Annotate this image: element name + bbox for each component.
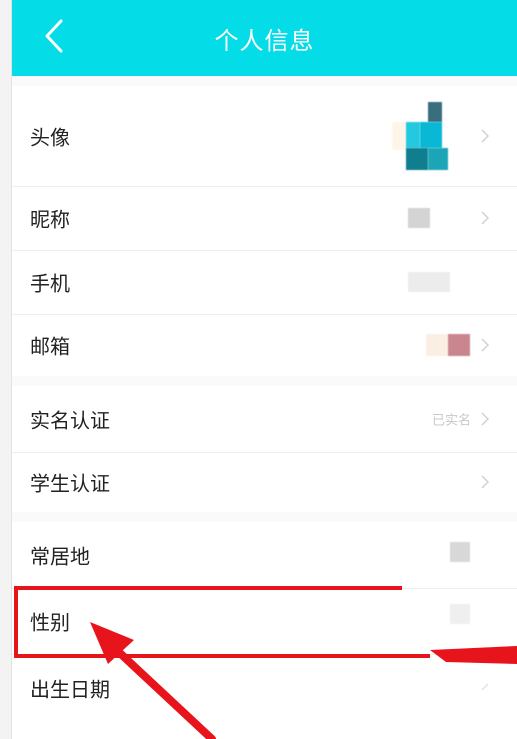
- residence-value: [450, 542, 470, 562]
- chevron-right-icon: [481, 129, 489, 143]
- row-student[interactable]: 学生认证: [12, 452, 517, 512]
- header-bar: 个人信息: [12, 0, 517, 76]
- gender-value: [450, 604, 470, 624]
- row-birthday[interactable]: 出生日期: [12, 654, 517, 722]
- row-avatar[interactable]: 头像: [12, 86, 517, 186]
- row-label: 常居地: [30, 544, 90, 569]
- row-label: 性别: [30, 610, 70, 635]
- row-nickname[interactable]: 昵称: [12, 186, 517, 250]
- chevron-right-icon: [481, 412, 489, 426]
- verification-status: 已实名: [431, 413, 471, 429]
- screen: 个人信息 头像 昵称 手机 邮箱 实名认证 已实名 学生认证 常居地 性别 出生…: [0, 0, 517, 739]
- group-gap: [12, 76, 517, 86]
- nickname-value: [408, 208, 430, 228]
- chevron-right-icon: [481, 338, 489, 352]
- row-label: 出生日期: [30, 677, 110, 702]
- row-real-name[interactable]: 实名认证 已实名: [12, 386, 517, 452]
- row-label: 昵称: [30, 207, 70, 232]
- row-label: 实名认证: [30, 408, 110, 433]
- row-gender[interactable]: 性别: [12, 588, 517, 654]
- group-gap: [12, 376, 517, 386]
- row-label: 邮箱: [30, 334, 70, 359]
- avatar: [392, 100, 462, 170]
- phone-value: [408, 272, 450, 292]
- group-gap: [12, 512, 517, 522]
- row-label: 学生认证: [30, 471, 110, 496]
- row-label: 手机: [30, 271, 70, 296]
- row-email[interactable]: 邮箱: [12, 314, 517, 376]
- row-label: 头像: [30, 125, 70, 150]
- chevron-right-icon: [481, 683, 489, 691]
- chevron-right-icon: [481, 211, 489, 225]
- email-value: [426, 334, 448, 356]
- row-phone[interactable]: 手机: [12, 250, 517, 314]
- chevron-right-icon: [481, 475, 489, 489]
- row-residence[interactable]: 常居地: [12, 522, 517, 588]
- page-title: 个人信息: [214, 27, 315, 55]
- left-edge: [0, 0, 12, 739]
- email-value: [448, 334, 470, 356]
